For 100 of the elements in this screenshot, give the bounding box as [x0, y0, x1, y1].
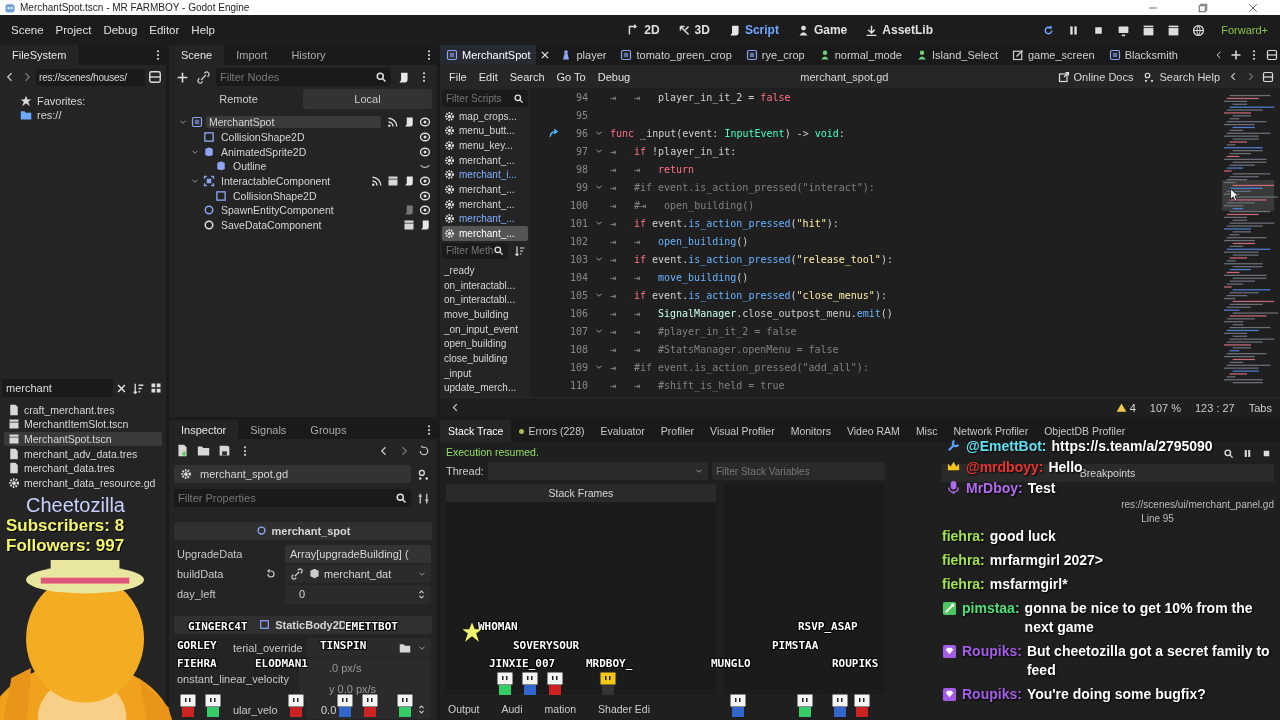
dock-tab[interactable]: Groups — [298, 420, 359, 440]
workspace-tab[interactable]: Game — [789, 20, 855, 40]
editor-tab[interactable]: game_screen — [1005, 45, 1101, 65]
method-item[interactable]: update_merch... — [444, 382, 526, 397]
tree-item[interactable]: res:// — [37, 109, 62, 121]
script-dropdown[interactable]: merchant_spot.gd — [174, 465, 411, 484]
panel-tab[interactable]: Visual Profiler — [702, 420, 783, 442]
script-item[interactable]: menu_butt... — [442, 123, 528, 139]
filesystem-entry[interactable]: merchant_data_resource.gd — [4, 475, 162, 490]
panel-tab[interactable]: Profiler — [652, 420, 703, 442]
breakpoint-line[interactable]: Line 95 — [941, 513, 1274, 524]
panel-tab[interactable]: Monitors — [782, 420, 839, 442]
warnings-button[interactable]: 4 — [1115, 401, 1136, 414]
filter-box[interactable]: Filter Meth — [442, 242, 508, 259]
method-item[interactable]: _input — [444, 367, 526, 383]
filter-field[interactable]: Filter Properties — [178, 492, 395, 505]
filesystem-entry[interactable]: merchant_data.tres — [4, 460, 162, 476]
editor-tab[interactable]: rye_crop — [739, 45, 811, 65]
tree-node[interactable]: MerchantSpot — [206, 116, 381, 129]
menu-item[interactable]: Editor — [144, 21, 185, 39]
dock-tab[interactable]: Signals — [238, 420, 299, 440]
workspace-tab[interactable]: 3D — [670, 20, 717, 40]
path-field[interactable]: res://scenes/houses/ — [36, 68, 145, 86]
menu-item[interactable]: File — [444, 68, 472, 85]
panel-tab[interactable]: mation — [544, 703, 577, 715]
method-item[interactable]: close_building — [444, 352, 526, 368]
workspace-tab[interactable]: 2D — [620, 20, 667, 40]
filter-box[interactable]: Filter Scripts — [442, 90, 528, 107]
method-item[interactable]: move_building — [444, 308, 526, 324]
number-field[interactable]: .0 px/s — [329, 662, 362, 675]
panel-tab[interactable]: Shader Edi — [598, 703, 650, 715]
menu-item[interactable]: Debug — [98, 21, 143, 39]
tree-node[interactable]: CollisionShape2D — [230, 189, 320, 202]
breakpoint-file[interactable]: res://scenes/ui/merchant_panel.gd — [941, 499, 1274, 510]
number-field[interactable]: 0.0 — [321, 703, 337, 716]
tree-item[interactable]: Favorites: — [37, 95, 86, 107]
menu-item[interactable]: Go To — [551, 68, 591, 85]
panel-tab[interactable]: Video RAM — [838, 420, 908, 442]
dock-tab[interactable]: FileSystem — [0, 45, 79, 65]
filter-box[interactable]: Filter Properties — [174, 489, 411, 508]
panel-tab[interactable]: Audi — [501, 703, 523, 715]
search-box[interactable]: merchant — [2, 379, 113, 398]
script-item[interactable]: merchant_... — [442, 196, 528, 212]
tree-node[interactable]: SpawnEntityComponent — [218, 204, 337, 217]
menu-item[interactable]: Debug — [592, 68, 636, 85]
editor-tab[interactable]: Island_Select — [909, 45, 1004, 65]
method-item[interactable]: on_interactabl... — [444, 279, 526, 295]
script-item[interactable]: menu_key... — [442, 138, 528, 153]
help-button[interactable]: Search Help — [1139, 70, 1224, 83]
dock-tab[interactable]: History — [279, 45, 338, 65]
script-item[interactable]: merchant_... — [442, 211, 528, 227]
script-item[interactable]: merchant_i... — [442, 167, 528, 183]
section-header[interactable]: merchant_spot — [174, 522, 432, 540]
dock-tab[interactable]: Scene — [169, 45, 225, 65]
workspace-tab[interactable]: Script — [720, 20, 786, 40]
filter-field[interactable]: Filter Scripts — [446, 92, 513, 104]
filter-field[interactable]: Filter Meth — [446, 245, 493, 257]
filter-box[interactable]: Filter Stack Variables — [711, 462, 886, 480]
panel-tab[interactable]: Errors (228) — [511, 420, 593, 442]
filesystem-entry[interactable]: craft_merchant.tres — [4, 402, 162, 418]
filter-field[interactable]: Filter Stack Variables — [715, 465, 882, 477]
method-item[interactable]: open_building — [444, 338, 526, 353]
property-value[interactable]: Array[upgradeBuilding] ( — [285, 544, 431, 563]
dock-tab[interactable]: Inspector — [169, 420, 239, 440]
mode-toggle[interactable]: Local — [303, 89, 432, 109]
tree-node[interactable]: InteractableComponent — [218, 175, 334, 188]
filesystem-entry[interactable]: merchant_adv_data.tres — [4, 446, 162, 461]
dock-tab[interactable]: Import — [224, 45, 280, 65]
menu-item[interactable]: Search — [504, 68, 550, 85]
tree-node[interactable]: Outline — [230, 160, 270, 173]
script-item[interactable]: merchant_... — [442, 152, 528, 168]
search-field[interactable]: merchant — [6, 382, 109, 395]
menu-item[interactable]: Scene — [6, 21, 49, 39]
editor-tab[interactable]: normal_mode — [812, 45, 908, 65]
menu-item[interactable]: Edit — [473, 68, 503, 85]
tree-node[interactable]: SaveDataComponent — [218, 219, 325, 232]
tree-node[interactable]: AnimatedSprite2D — [218, 145, 310, 158]
editor-tab[interactable]: Blacksmith — [1102, 45, 1184, 65]
mode-toggle[interactable]: Remote — [174, 89, 303, 109]
tree-node[interactable]: CollisionShape2D — [218, 131, 308, 144]
filesystem-entry[interactable]: MerchantItemSlot.tscn — [4, 417, 162, 432]
renderer-dropdown[interactable]: Forward+ — [1215, 22, 1274, 38]
filter-field[interactable]: Filter Nodes — [220, 71, 375, 83]
menu-item[interactable]: Help — [186, 21, 220, 39]
method-item[interactable]: on_interactabl... — [444, 294, 526, 309]
editor-tab[interactable]: MerchantSpot — [440, 45, 537, 65]
number-field[interactable]: 0 — [299, 588, 306, 601]
panel-tab[interactable]: Evaluator — [592, 420, 653, 442]
script-item[interactable]: map_crops... — [442, 108, 528, 124]
menu-item[interactable]: Project — [50, 21, 97, 39]
method-item[interactable]: _ready — [444, 264, 526, 280]
editor-tab[interactable]: player — [554, 45, 613, 65]
method-item[interactable]: _on_input_event — [444, 323, 526, 339]
script-item[interactable]: merchant_... — [442, 182, 528, 197]
filesystem-entry[interactable]: MerchantSpot.tscn — [4, 431, 162, 447]
panel-tab[interactable]: Stack Trace — [440, 420, 512, 442]
filter-box[interactable]: Filter Nodes — [216, 68, 391, 86]
script-item[interactable]: merchant_... — [442, 226, 528, 241]
editor-tab[interactable]: tomato_green_crop — [614, 45, 738, 65]
panel-tab[interactable]: Misc — [907, 420, 946, 442]
